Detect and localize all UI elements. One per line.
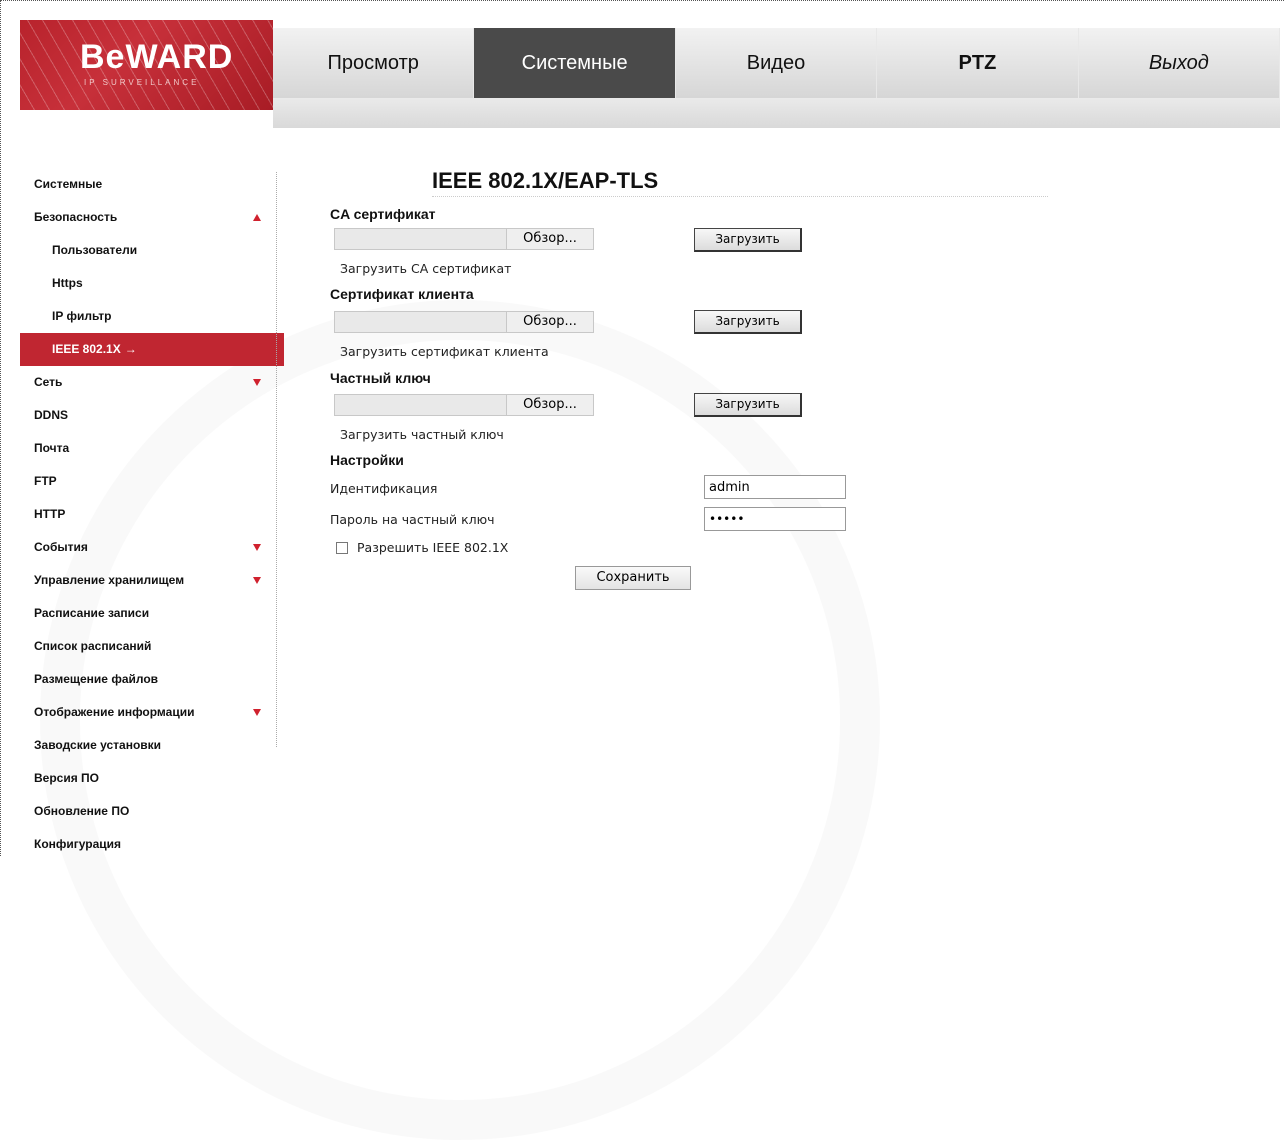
sidebar-item-label: Управление хранилищем [34, 573, 185, 587]
sidebar-item-label: События [34, 540, 88, 554]
sidebar-item-label: Почта [34, 441, 70, 455]
nav-logout[interactable]: Выход [1079, 28, 1281, 98]
sidebar-item-schedule-list[interactable]: Список расписаний [20, 630, 277, 663]
sidebar-item-label: DDNS [34, 408, 69, 422]
sidebar-item-label: FTP [34, 474, 57, 488]
client-cert-upload-button[interactable]: Загрузить [694, 310, 802, 334]
ca-cert-hint: Загрузить CA сертификат [340, 261, 512, 276]
enable-ieee8021x-checkbox[interactable] [336, 542, 348, 554]
main-nav: Просмотр Системные Видео PTZ Выход [273, 28, 1281, 98]
private-key-hint: Загрузить частный ключ [340, 427, 504, 442]
private-key-browse-button[interactable]: Обзор... [506, 395, 593, 415]
sidebar-item-label: Отображение информации [34, 705, 195, 719]
expand-down-icon[interactable] [253, 577, 261, 584]
sidebar-item-label: Расписание записи [34, 606, 150, 620]
logo-subtext: IP SURVEILLANCE [84, 78, 200, 87]
identity-input[interactable] [704, 475, 846, 499]
key-password-input[interactable]: ••••• [704, 507, 846, 531]
sidebar-item-label: Обновление ПО [34, 804, 130, 818]
client-cert-browse-button[interactable]: Обзор... [506, 312, 593, 332]
sidebar: Системные Безопасность Пользователи Http… [20, 168, 284, 861]
header: BeWARD IP SURVEILLANCE Просмотр Системны… [20, 20, 1281, 128]
sidebar-item-label: Https [52, 276, 83, 290]
sidebar-item-label: Пользователи [52, 243, 138, 257]
sidebar-item-label: Заводские установки [34, 738, 162, 752]
ca-cert-file-input[interactable]: Обзор... [334, 228, 594, 250]
nav-video[interactable]: Видео [676, 28, 878, 98]
nav-view[interactable]: Просмотр [273, 28, 475, 98]
client-cert-file-input[interactable]: Обзор... [334, 311, 594, 333]
save-button[interactable]: Сохранить [575, 566, 691, 590]
brand-logo[interactable]: BeWARD IP SURVEILLANCE [20, 20, 273, 110]
page-title: IEEE 802.1X/EAP-TLS [432, 168, 659, 193]
sidebar-item-firmware-update[interactable]: Обновление ПО [20, 795, 277, 828]
sidebar-item-https[interactable]: Https [20, 267, 277, 300]
ca-cert-upload-button[interactable]: Загрузить [694, 228, 802, 252]
sidebar-item-http[interactable]: HTTP [20, 498, 277, 531]
private-key-file-input[interactable]: Обзор... [334, 394, 594, 416]
sidebar-item-network[interactable]: Сеть [20, 366, 277, 399]
sidebar-item-label: IEEE 802.1X [52, 342, 121, 356]
arrow-right-icon: → [124, 342, 137, 356]
sidebar-item-label: Версия ПО [34, 771, 100, 785]
sidebar-item-ftp[interactable]: FTP [20, 465, 277, 498]
sidebar-item-factory-defaults[interactable]: Заводские установки [20, 729, 277, 762]
identity-label: Идентификация [330, 481, 438, 496]
sidebar-item-system[interactable]: Системные [20, 168, 277, 201]
sidebar-item-ddns[interactable]: DDNS [20, 399, 277, 432]
title-divider [432, 196, 1048, 197]
ca-cert-browse-button[interactable]: Обзор... [506, 229, 593, 249]
private-key-upload-button[interactable]: Загрузить [694, 393, 802, 417]
sidebar-item-label: IP фильтр [52, 309, 112, 323]
sidebar-item-ieee8021x[interactable]: IEEE 802.1X → [20, 333, 284, 366]
enable-ieee8021x-label: Разрешить IEEE 802.1X [357, 540, 509, 555]
nav-system[interactable]: Системные [474, 28, 676, 98]
sidebar-item-file-location[interactable]: Размещение файлов [20, 663, 277, 696]
sidebar-item-configuration[interactable]: Конфигурация [20, 828, 277, 861]
sub-nav-bar [273, 98, 1280, 128]
sidebar-item-label: Размещение файлов [34, 672, 159, 686]
sidebar-item-mail[interactable]: Почта [20, 432, 277, 465]
expand-down-icon[interactable] [253, 379, 261, 386]
nav-ptz[interactable]: PTZ [877, 28, 1079, 98]
private-key-label: Частный ключ [330, 370, 431, 386]
sidebar-item-firmware-version[interactable]: Версия ПО [20, 762, 277, 795]
sidebar-item-label: Безопасность [34, 210, 118, 224]
sidebar-item-label: Конфигурация [34, 837, 122, 851]
sidebar-item-users[interactable]: Пользователи [20, 234, 277, 267]
sidebar-item-events[interactable]: События [20, 531, 277, 564]
sidebar-item-label: Системные [34, 177, 103, 191]
settings-label: Настройки [330, 452, 404, 468]
client-cert-label: Сертификат клиента [330, 286, 474, 302]
ca-cert-label: CA сертификат [330, 206, 436, 222]
sidebar-item-storage[interactable]: Управление хранилищем [20, 564, 277, 597]
sidebar-item-ip-filter[interactable]: IP фильтр [20, 300, 277, 333]
sidebar-divider [276, 172, 277, 747]
sidebar-item-label: Сеть [34, 375, 63, 389]
sidebar-item-label: HTTP [34, 507, 66, 521]
logo-text: BeWARD [80, 38, 234, 76]
key-password-label: Пароль на частный ключ [330, 512, 495, 527]
sidebar-item-label: Список расписаний [34, 639, 152, 653]
sidebar-item-security[interactable]: Безопасность [20, 201, 277, 234]
expand-down-icon[interactable] [253, 544, 261, 551]
collapse-up-icon[interactable] [253, 214, 261, 221]
sidebar-item-record-schedule[interactable]: Расписание записи [20, 597, 277, 630]
sidebar-item-overlay-info[interactable]: Отображение информации [20, 696, 277, 729]
expand-down-icon[interactable] [253, 709, 261, 716]
client-cert-hint: Загрузить сертификат клиента [340, 344, 549, 359]
